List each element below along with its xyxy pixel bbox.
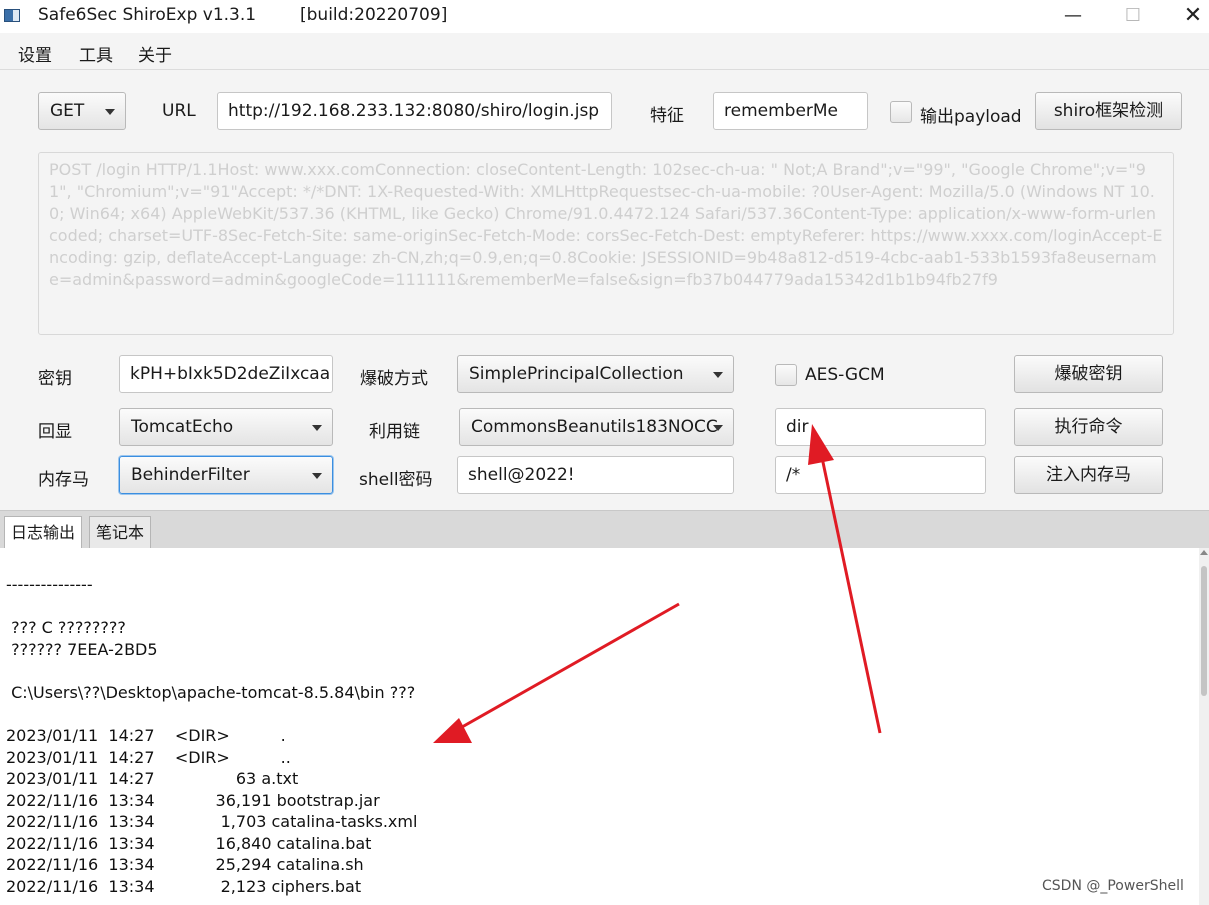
minimize-icon[interactable]: — [1043, 0, 1103, 33]
tab-log-output[interactable]: 日志输出 [4, 516, 83, 549]
app-icon [4, 9, 20, 22]
log-entry: 2022/11/16 13:34 1,703 catalina-tasks.xm… [6, 812, 418, 831]
key-input[interactable]: kPH+bIxk5D2deZiIxcaa [119, 355, 333, 393]
echo-select[interactable]: TomcatEcho [119, 408, 333, 446]
chain-value: CommonsBeanutils183NOCC [471, 417, 718, 437]
menu-bar: 设置 工具 关于 [0, 33, 1209, 70]
echo-value: TomcatEcho [131, 417, 234, 437]
shiro-detect-button[interactable]: shiro框架检测 [1035, 92, 1182, 130]
url-input[interactable]: http://192.168.233.132:8080/shiro/login.… [217, 92, 612, 130]
raw-request-textarea[interactable]: POST /login HTTP/1.1Host: www.xxx.comCon… [38, 152, 1174, 335]
title-bar: Safe6Sec ShiroExp v1.3.1 [build:20220709… [0, 0, 1209, 33]
tab-strip: 日志输出 笔记本 [0, 510, 1209, 549]
output-payload-label: 输出payload [920, 107, 1022, 127]
exec-command-button[interactable]: 执行命令 [1014, 408, 1163, 446]
aes-gcm-checkbox[interactable] [775, 364, 797, 386]
log-entry: 2023/01/11 14:27 63 a.txt [6, 769, 299, 788]
log-line: ?????? 7EEA-2BD5 [6, 640, 158, 659]
log-entry: 2023/01/11 14:27 <DIR> . [6, 726, 286, 745]
memshell-label: 内存马 [38, 470, 89, 490]
close-icon[interactable]: ✕ [1163, 0, 1209, 33]
brute-mode-label: 爆破方式 [360, 369, 428, 389]
menu-about[interactable]: 关于 [138, 41, 172, 66]
scroll-up-icon[interactable] [1200, 550, 1208, 555]
watermark: CSDN @_PowerShell [1042, 878, 1184, 894]
brute-key-button[interactable]: 爆破密钥 [1014, 355, 1163, 393]
chevron-down-icon [312, 425, 322, 431]
maximize-icon[interactable]: ☐ [1103, 0, 1163, 33]
brute-mode-value: SimplePrincipalCollection [469, 364, 684, 384]
method-value: GET [50, 101, 85, 121]
memshell-select[interactable]: BehinderFilter [119, 456, 333, 494]
inject-memshell-button[interactable]: 注入内存马 [1014, 456, 1163, 494]
url-label: URL [162, 101, 196, 121]
chevron-down-icon [105, 109, 115, 115]
method-select[interactable]: GET [38, 92, 126, 130]
key-label: 密钥 [38, 369, 72, 389]
log-entry: 2022/11/16 13:34 2,123 ciphers.bat [6, 877, 362, 896]
chevron-down-icon [713, 372, 723, 378]
chevron-down-icon [312, 473, 322, 479]
window-title: Safe6Sec ShiroExp v1.3.1 [38, 5, 257, 25]
shell-password-label: shell密码 [359, 470, 433, 490]
log-entry: 2023/01/11 14:27 <DIR> .. [6, 748, 291, 767]
memshell-value: BehinderFilter [131, 465, 250, 485]
scroll-thumb[interactable] [1201, 566, 1207, 696]
chain-select[interactable]: CommonsBeanutils183NOCC [459, 408, 734, 446]
build-label: [build:20220709] [300, 5, 448, 25]
brute-mode-select[interactable]: SimplePrincipalCollection [457, 355, 734, 393]
feature-input[interactable]: rememberMe [713, 92, 868, 130]
log-entry: 2022/11/16 13:34 36,191 bootstrap.jar [6, 791, 380, 810]
log-entry: 2022/11/16 13:34 25,294 catalina.sh [6, 855, 364, 874]
log-line: ??? C ???????? [6, 618, 126, 637]
log-separator: --------------- [6, 575, 93, 594]
chain-label: 利用链 [369, 422, 420, 442]
log-output[interactable]: --------------- ??? C ???????? ?????? 7E… [0, 548, 1199, 905]
menu-settings[interactable]: 设置 [18, 41, 52, 66]
chevron-down-icon [713, 425, 723, 431]
echo-label: 回显 [38, 422, 72, 442]
shell-password-input[interactable]: shell@2022! [457, 456, 734, 494]
log-scrollbar[interactable] [1199, 548, 1209, 905]
aes-gcm-label: AES-GCM [805, 365, 885, 385]
output-payload-checkbox[interactable] [890, 101, 912, 123]
feature-label: 特征 [650, 106, 684, 126]
tab-notebook[interactable]: 笔记本 [89, 516, 152, 549]
config-panel: GET URL http://192.168.233.132:8080/shir… [0, 70, 1209, 510]
command-input[interactable]: dir [775, 408, 986, 446]
menu-tools[interactable]: 工具 [79, 41, 113, 66]
log-dir-header: C:\Users\??\Desktop\apache-tomcat-8.5.84… [6, 683, 416, 702]
memshell-path-input[interactable]: /* [775, 456, 986, 494]
log-entry: 2022/11/16 13:34 16,840 catalina.bat [6, 834, 372, 853]
